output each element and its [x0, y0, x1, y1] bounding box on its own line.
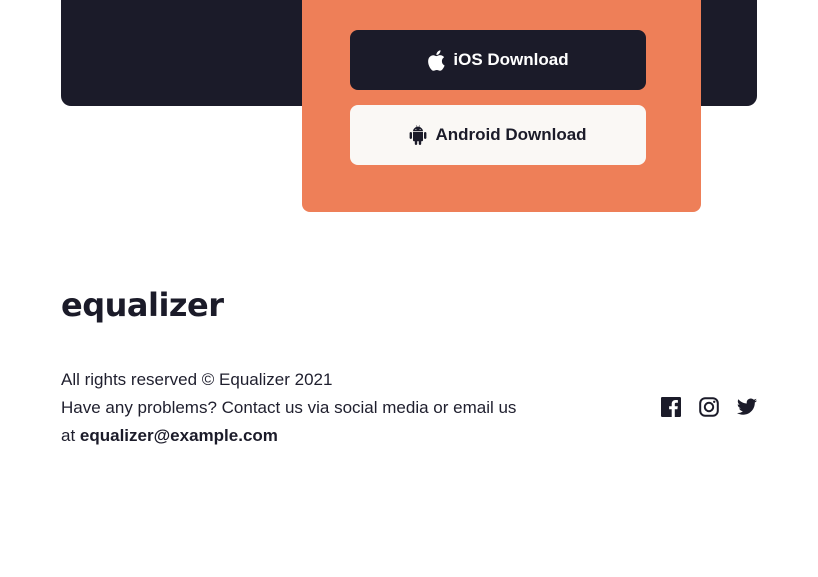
apple-icon — [427, 49, 445, 71]
social-links — [661, 397, 757, 417]
android-download-label: Android Download — [435, 125, 587, 144]
contact-text: Have any problems? Contact us via social… — [61, 394, 531, 450]
android-download-button[interactable]: Android Download — [350, 105, 646, 165]
twitter-icon[interactable] — [737, 397, 757, 417]
android-icon — [409, 125, 427, 145]
ios-download-label: iOS Download — [453, 50, 569, 69]
contact-email-link[interactable]: equalizer@example.com — [80, 426, 278, 445]
download-panel: iOS Download Android Download — [302, 0, 701, 212]
facebook-icon[interactable] — [661, 397, 681, 417]
copyright-text: All rights reserved © Equalizer 2021 — [61, 370, 333, 389]
brand-logo[interactable]: equalizer — [61, 286, 224, 324]
ios-download-button[interactable]: iOS Download — [350, 30, 646, 90]
footer-text: All rights reserved © Equalizer 2021 Hav… — [61, 366, 531, 450]
instagram-icon[interactable] — [699, 397, 719, 417]
